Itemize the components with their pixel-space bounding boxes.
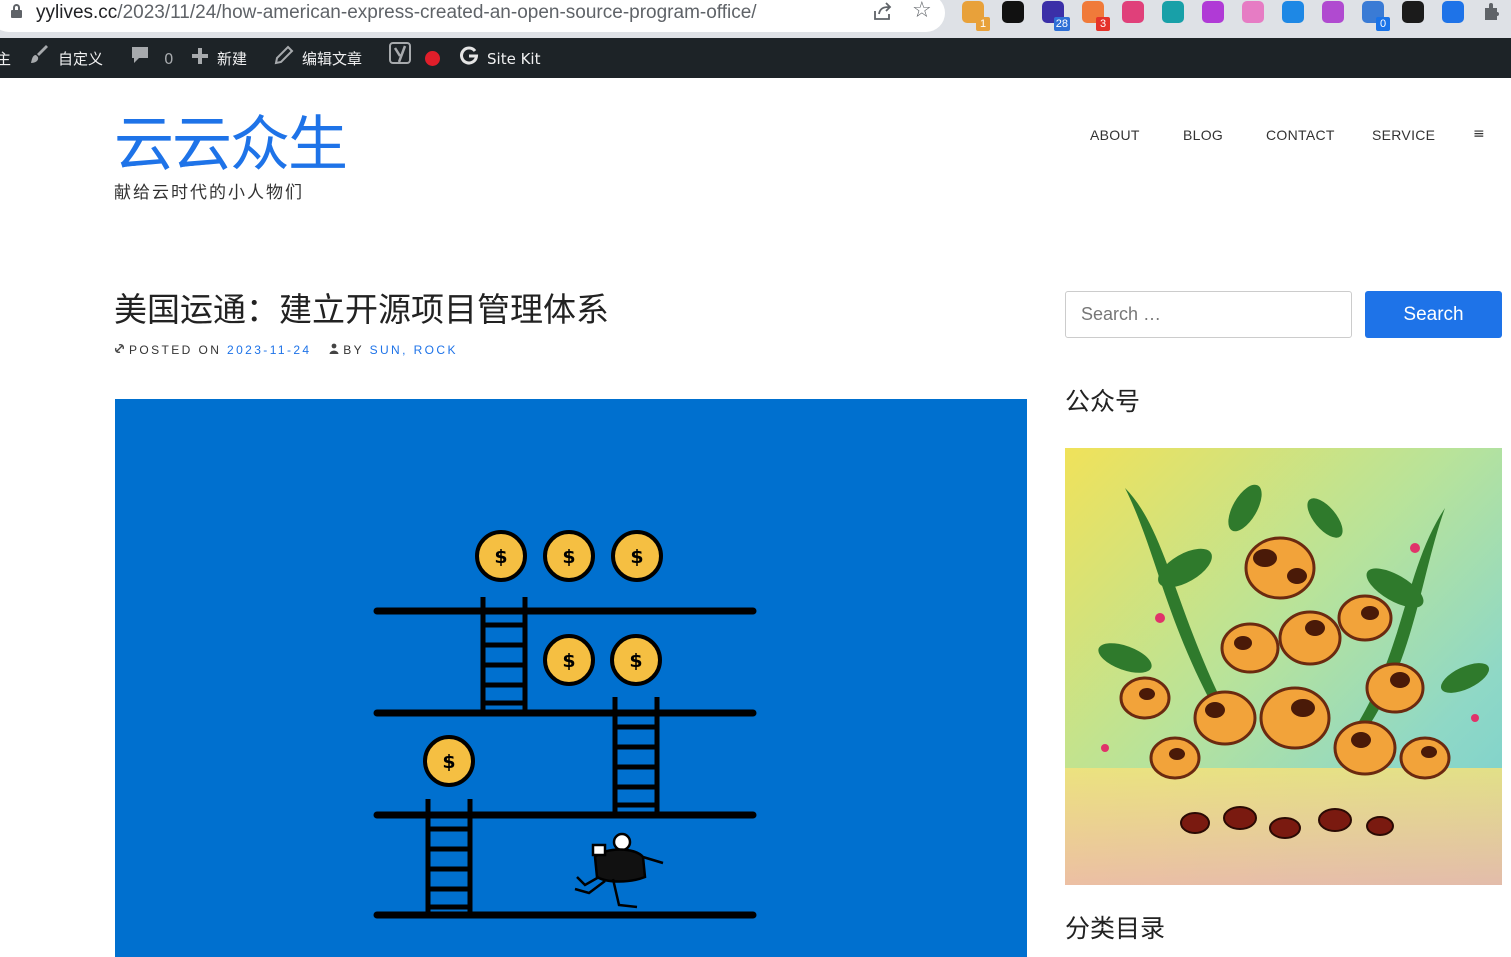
seo-score-dot[interactable] [425,51,440,66]
grid-extension-icon[interactable] [1162,1,1184,23]
svg-text:$: $ [494,546,507,568]
new-label: 新建 [217,50,248,68]
wp-admin-bar: 主 自定义 0 新建 编辑文章 Site Kit [0,38,1511,78]
google-g-icon [459,39,479,81]
svg-text:$: $ [442,751,455,773]
customize-link[interactable]: 自定义 [30,38,103,78]
comments-link[interactable]: 0 [130,38,174,78]
lock-icon[interactable] [11,4,22,18]
admin-bar-partial-item[interactable]: 主 [0,38,11,78]
extension-badge: 3 [1096,17,1110,31]
circle-logo-extension-icon[interactable] [1202,1,1224,23]
svg-text:$: $ [562,650,575,672]
site-kit-label: Site Kit [487,50,541,68]
notion-extension-icon[interactable] [1002,1,1024,23]
posted-on-label: POSTED ON [129,343,222,357]
svg-text:$: $ [629,650,642,672]
featured-image: $ $ $ $ $ $ [115,399,1027,957]
color-dots-extension-icon[interactable]: 3 [1082,1,1110,31]
url-text[interactable]: yylives.cc/2023/11/24/how-american-expre… [36,1,757,25]
menu-hamburger-icon[interactable]: ≡ [1473,124,1485,144]
bookmark-extension-icon[interactable] [1282,1,1304,23]
post-date-link[interactable]: 2023-11-24 [227,343,312,357]
plus-icon [191,39,209,81]
link-icon [114,343,125,359]
graduation-cap-extension-icon[interactable]: 28 [1042,1,1070,31]
extension-badge: 1 [976,17,990,31]
site-description: 献给云时代的小人物们 [114,183,304,203]
wechat-widget-title: 公众号 [1065,387,1141,416]
extension-badge: 0 [1376,17,1390,31]
nav-item-blog[interactable]: BLOG [1183,124,1223,146]
customize-label: 自定义 [58,50,104,68]
categories-widget-title: 分类目录 [1065,914,1166,943]
blue-circle-extension-icon[interactable] [1442,1,1464,23]
search-button[interactable]: Search [1365,291,1502,338]
comment-bubble-icon [130,39,150,81]
cloud-face-extension-icon[interactable] [1242,1,1264,23]
nav-item-about[interactable]: ABOUT [1090,124,1140,146]
nav-item-contact[interactable]: CONTACT [1266,124,1335,146]
url-path: /2023/11/24/how-american-express-created… [117,2,757,23]
svg-text:$: $ [630,546,643,568]
share-icon[interactable] [872,2,894,22]
wechat-qr-image [1065,448,1502,885]
post-title: 美国运通：建立开源项目管理体系 [114,290,609,329]
site-kit-link[interactable]: Site Kit [459,38,540,78]
author-link[interactable]: SUN, ROCK [370,343,458,357]
post-meta: POSTED ON 2023-11-24 BY SUN, ROCK [114,342,458,359]
openai-extension-icon[interactable] [1322,1,1344,23]
nav-item-service[interactable]: SERVICE [1372,124,1435,146]
edit-post-label: 编辑文章 [302,50,363,68]
bookmark-star-icon[interactable]: ☆ [912,0,932,22]
yoast-seo-link[interactable] [389,38,419,78]
dark-square-extension-icon[interactable] [1402,1,1424,23]
address-bar[interactable]: yylives.cc/2023/11/24/how-american-expre… [0,0,945,32]
comments-count: 0 [164,50,174,68]
search-input[interactable] [1065,291,1352,338]
url-host: yylives.cc [36,2,118,23]
translate-extension-icon[interactable] [1122,1,1144,23]
browser-toolbar: yylives.cc/2023/11/24/how-american-expre… [0,0,1511,38]
extension-badge: 28 [1053,17,1070,31]
new-content-link[interactable]: 新建 [191,38,247,78]
edit-post-link[interactable]: 编辑文章 [274,38,362,78]
yoast-icon [389,39,411,81]
pencil-icon [274,39,294,81]
sync-extension-icon[interactable]: 0 [1362,1,1390,31]
puzzle-extensions-icon[interactable] [1481,1,1503,23]
svg-text:$: $ [562,546,575,568]
grammarly-extension-icon[interactable]: 1 [962,1,990,31]
site-title[interactable]: 云云众生 [114,106,348,184]
user-icon [329,343,339,359]
by-label: BY [343,343,364,357]
ladder-coins-illustration: $ $ $ $ $ $ [373,530,757,919]
paintbrush-icon [30,39,50,81]
